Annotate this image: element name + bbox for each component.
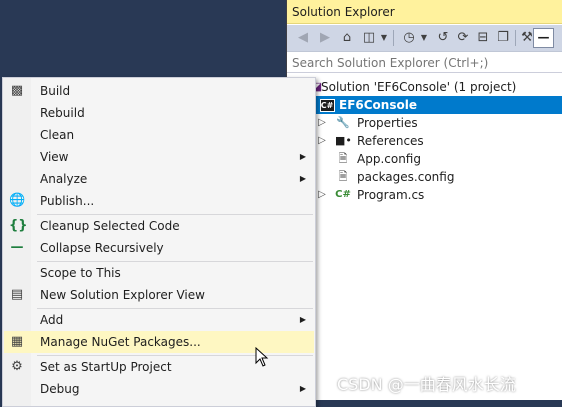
home-icon[interactable]: ⌂ (337, 28, 357, 48)
nuget-icon: ▦ (10, 334, 24, 349)
sync-icon[interactable]: ↺ (433, 28, 453, 48)
refresh-icon[interactable]: ⟳ (453, 28, 473, 48)
menu-item-publish[interactable]: 🌐 Publish... (4, 190, 314, 212)
menu-item-debug[interactable]: Debug ▶ (4, 378, 314, 400)
forward-arrow-icon[interactable]: ▶ (315, 28, 335, 48)
menu-item-build[interactable]: ▩ Build (4, 80, 314, 102)
csharp-project-icon: C# (319, 99, 335, 112)
menu-item-add[interactable]: Add ▶ (4, 309, 314, 331)
csharp-file-icon: C# (335, 189, 351, 200)
expand-arrow-icon[interactable]: ▷ (317, 186, 327, 204)
references-icon: ■• (335, 134, 352, 147)
menu-item-view[interactable]: View ▶ (4, 146, 314, 168)
wrench-icon: 🔧 (336, 116, 350, 129)
menu-item-analyze[interactable]: Analyze ▶ (4, 168, 314, 190)
new-view-icon: ▤ (10, 287, 24, 302)
tree-item-properties[interactable]: ▷ 🔧 Properties (287, 114, 562, 132)
gear-icon: ⚙ (11, 359, 23, 374)
build-icon: ▩ (10, 83, 24, 98)
back-arrow-icon[interactable]: ◀ (293, 28, 313, 48)
menu-item-collapse-recursively[interactable]: — Collapse Recursively (4, 237, 314, 259)
clock-history-icon[interactable]: ◷ (399, 28, 419, 48)
solution-explorer-title: Solution Explorer (287, 0, 562, 24)
menu-item-new-solution-explorer-view[interactable]: ▤ New Solution Explorer View (4, 284, 314, 306)
watermark-text: CSDN @一曲春风水长流 (337, 375, 516, 394)
menu-item-scope-to-this[interactable]: Scope to This (4, 262, 314, 284)
minus-icon: — (10, 240, 24, 255)
solution-explorer-panel: Solution Explorer ◀ ▶ ⌂ ◫ ▼ ◷ ▼ ↺ ⟳ ⊟ ❐ … (286, 0, 562, 400)
expand-arrow-icon[interactable]: ▷ (317, 114, 327, 132)
tree-item-app-config[interactable]: 🗎 App.config (287, 150, 562, 168)
copy-icon[interactable]: ❐ (493, 28, 513, 48)
globe-icon: 🌐 (9, 193, 26, 208)
menu-item-cleanup-selected-code[interactable]: {} Cleanup Selected Code (4, 215, 314, 237)
collapse-all-icon[interactable]: ⊟ (473, 28, 493, 48)
tree-item-packages-config[interactable]: 🗎 packages.config (287, 168, 562, 186)
braces-icon: {} (9, 218, 28, 233)
config-file-icon: 🗎 (338, 170, 348, 183)
menu-item-clean[interactable]: Clean (4, 124, 314, 146)
tree-item-solution[interactable]: ◪ Solution 'EF6Console' (1 project) (287, 78, 562, 96)
pin-icon[interactable]: — (533, 28, 554, 48)
config-file-icon: 🗎 (338, 152, 348, 165)
solution-explorer-toolbar: ◀ ▶ ⌂ ◫ ▼ ◷ ▼ ↺ ⟳ ⊟ ❐ ⚒ — (287, 25, 562, 52)
submenu-arrow-icon: ▶ (299, 384, 306, 393)
submenu-arrow-icon: ▶ (299, 152, 306, 161)
submenu-arrow-icon: ▶ (299, 315, 306, 324)
search-input[interactable] (287, 53, 560, 70)
switch-views-icon[interactable]: ◫ (359, 28, 379, 48)
menu-item-rebuild[interactable]: Rebuild (4, 102, 314, 124)
submenu-arrow-icon: ▶ (299, 174, 306, 183)
tree-item-references[interactable]: ▷ ■• References (287, 132, 562, 150)
tree-item-ef6console[interactable]: C# EF6Console (287, 96, 562, 114)
tree-item-program-cs[interactable]: ▷ C# Program.cs (287, 186, 562, 204)
switch-views-dropdown-icon[interactable]: ▼ (379, 28, 389, 48)
search-box (287, 53, 562, 73)
pending-changes-dropdown-icon[interactable]: ▼ (419, 28, 429, 48)
mouse-cursor-icon (255, 347, 269, 367)
expand-arrow-icon[interactable]: ▷ (317, 132, 327, 150)
